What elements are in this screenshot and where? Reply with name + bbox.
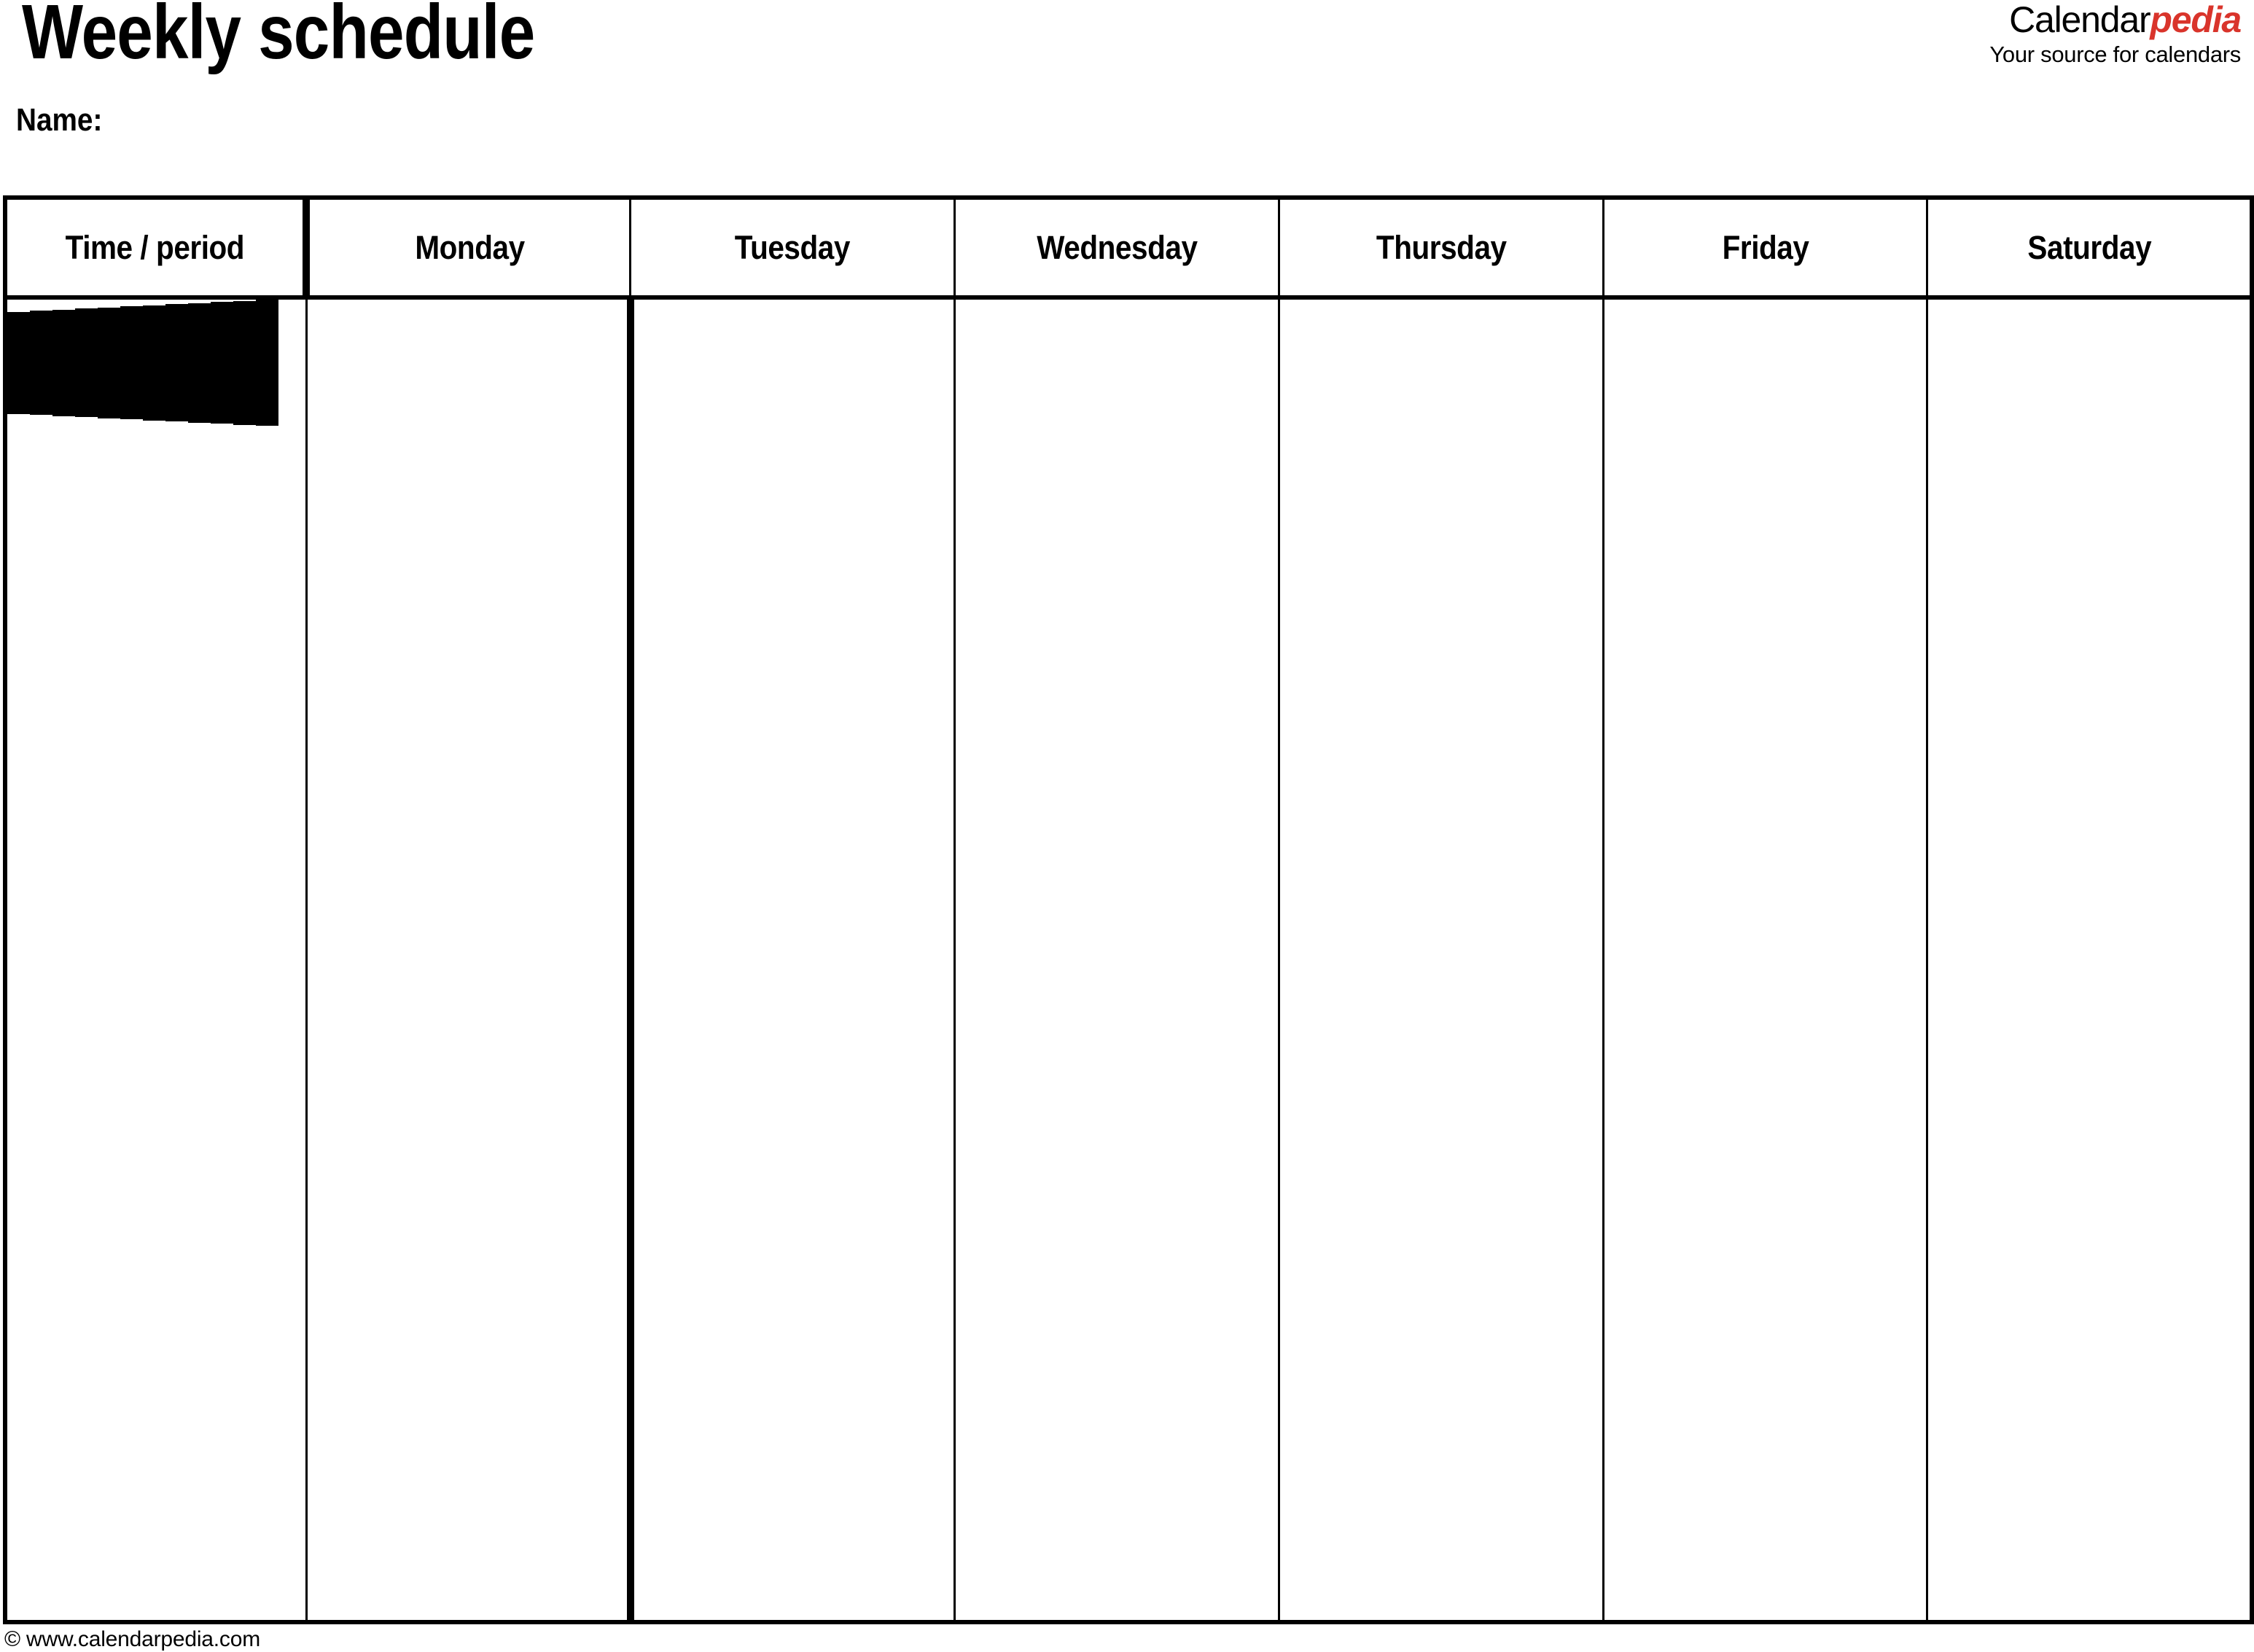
schedule-cell-day[interactable] [139, 306, 143, 419]
table-row [7, 309, 75, 416]
table-row [7, 303, 211, 423]
column-header-tuesday: Tuesday [629, 196, 956, 300]
logo-word-pedia: pedia [2150, 0, 2242, 40]
schedule-cell-day[interactable] [629, 296, 956, 1624]
footer-copyright: © www.calendarpedia.com [4, 1627, 261, 1651]
table-row [7, 304, 188, 421]
column-header-time-period: Time / period [4, 196, 310, 300]
schedule-table-container: Time / period Monday Tuesday Wednesday T… [3, 195, 2254, 1624]
schedule-cell-day[interactable] [954, 296, 1280, 1624]
schedule-cell-day[interactable] [116, 307, 120, 418]
name-field-label: Name: [16, 102, 103, 138]
schedule-cell-day[interactable] [229, 302, 233, 424]
table-row [5, 296, 2253, 1624]
column-header-wednesday: Wednesday [954, 196, 1280, 300]
table-row [7, 300, 278, 426]
schedule-cell-day[interactable] [93, 308, 98, 417]
table-row [7, 306, 143, 419]
schedule-cell-day[interactable] [1602, 296, 1929, 1624]
table-row [7, 311, 52, 415]
column-header-saturday: Saturday [1926, 196, 2253, 300]
schedule-cell-day[interactable] [184, 304, 188, 421]
column-header-saturday-label: Saturday [2027, 228, 2152, 266]
column-header-tuesday-label: Tuesday [735, 228, 851, 266]
calendarpedia-logo: Calendarpedia Your source for calendars [1989, 0, 2242, 67]
column-header-wednesday-label: Wednesday [1036, 228, 1198, 266]
logo-wordmark: Calendarpedia [1989, 0, 2242, 40]
weekly-schedule-page: Weekly schedule Name: Calendarpedia Your… [0, 0, 2254, 1652]
weekly-schedule-table: Time / period Monday Tuesday Wednesday T… [3, 195, 2254, 1624]
schedule-cell-day[interactable] [26, 311, 30, 414]
column-header-monday-label: Monday [414, 228, 525, 266]
schedule-cell-day[interactable] [274, 300, 278, 426]
page-title: Weekly schedule [22, 0, 535, 75]
table-row [7, 307, 120, 418]
schedule-cell-day[interactable] [71, 309, 75, 416]
column-header-friday-label: Friday [1722, 228, 1809, 266]
schedule-cell-day[interactable] [1926, 296, 2253, 1624]
table-header-row: Time / period Monday Tuesday Wednesday T… [4, 196, 2253, 300]
table-row [7, 302, 233, 424]
table-row [7, 300, 256, 425]
schedule-cell-day[interactable] [206, 303, 211, 423]
column-header-time-period-label: Time / period [65, 228, 245, 266]
schedule-cell-day[interactable] [1277, 296, 1604, 1624]
table-row [7, 305, 165, 421]
table-body [5, 296, 2253, 1624]
logo-word-calendar: Calendar [2009, 0, 2151, 40]
column-header-thursday-label: Thursday [1376, 228, 1507, 266]
table-row [7, 308, 98, 417]
table-header: Time / period Monday Tuesday Wednesday T… [4, 196, 2253, 300]
column-header-monday: Monday [305, 196, 632, 300]
table-row [7, 311, 30, 414]
schedule-cell-time[interactable] [305, 296, 634, 1624]
column-header-friday: Friday [1602, 196, 1929, 300]
schedule-cell-day[interactable] [48, 311, 52, 415]
schedule-cell-day[interactable] [251, 300, 256, 425]
schedule-cell-day[interactable] [161, 305, 165, 421]
logo-tagline: Your source for calendars [1989, 42, 2241, 67]
column-header-thursday: Thursday [1277, 196, 1604, 300]
page-header: Weekly schedule Name: Calendarpedia Your… [0, 0, 2254, 195]
